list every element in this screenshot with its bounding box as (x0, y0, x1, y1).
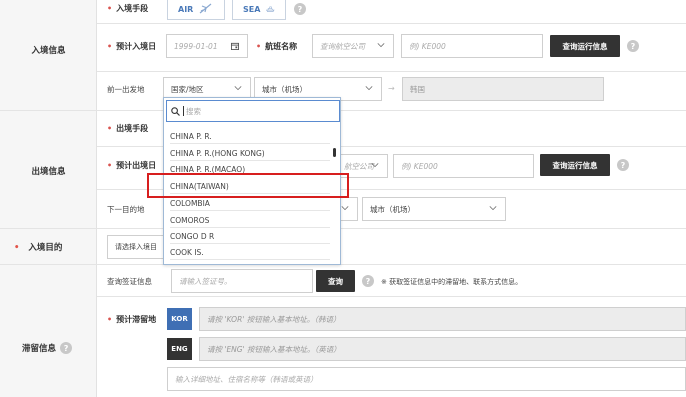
section-stay-info: 滞留信息 ? (22, 342, 73, 354)
purpose-value: 请选择入境目 (115, 243, 157, 251)
chevron-down-icon (341, 206, 349, 211)
kor-address-input: 请按 'KOR' 按钮输入基本地址。（韩语） (199, 307, 686, 331)
visa-placeholder: 请输入签证号。 (179, 276, 232, 286)
kor-address-button[interactable]: KOR (167, 308, 192, 330)
next-dest-label: 下一目的地 (107, 205, 145, 214)
air-mode-button[interactable]: AIR (167, 0, 225, 20)
flight-number-input[interactable]: 例) KE000 (401, 34, 543, 58)
divider (97, 23, 686, 24)
highlight-annotation (147, 173, 349, 198)
exit-date-label-text: 预计出境日 (116, 161, 157, 170)
text-cursor (183, 106, 184, 116)
airline-label-text: 航班名称 (265, 42, 298, 51)
dropdown-search-input[interactable]: 搜索 (166, 100, 340, 122)
visa-query-button[interactable]: 查询 (316, 270, 355, 292)
ship-icon (266, 6, 275, 12)
help-icon[interactable]: ? (362, 275, 374, 287)
eng-address-placeholder: 请按 'ENG' 按钮输入基本地址。（英语） (207, 344, 341, 354)
exit-method-label-text: 出境手段 (116, 124, 149, 133)
exit-query-flight-button[interactable]: 查询运行信息 (540, 154, 610, 176)
chevron-down-icon (371, 163, 379, 168)
help-icon[interactable]: ? (294, 3, 306, 15)
airline-placeholder: 查询航空公司 (320, 41, 365, 51)
prev-city-value: 城市（机场） (262, 84, 307, 94)
detail-address-input[interactable]: 输入详细地址、住宿名称等（韩语或英语） (167, 367, 686, 391)
stay-place-label: • 预计滞留地 (107, 315, 157, 324)
chevron-down-icon (234, 86, 242, 91)
help-icon[interactable]: ? (60, 342, 73, 354)
detail-address-placeholder: 输入详细地址、住宿名称等（韩语或英语） (175, 374, 318, 384)
visa-number-input[interactable]: 请输入签证号。 (171, 269, 313, 293)
dropdown-option[interactable]: CHINA P. R.(HONG KONG) (170, 149, 330, 161)
section-entry-purpose: • 入境目的 (14, 241, 62, 253)
chevron-down-icon (377, 43, 385, 48)
entry-method-label-text: 入境手段 (116, 4, 149, 13)
search-icon (171, 106, 180, 116)
entry-date-input[interactable]: 1999-01-01 (166, 34, 248, 58)
airline-label: • 航班名称 (256, 42, 298, 51)
prev-origin-result: 韩国 (402, 77, 604, 101)
help-icon[interactable]: ? (627, 40, 639, 52)
eng-address-input: 请按 'ENG' 按钮输入基本地址。（英语） (199, 337, 686, 361)
divider (0, 264, 686, 265)
sea-mode-button[interactable]: SEA (232, 0, 286, 20)
next-city-value: 城市（机场） (370, 204, 415, 214)
query-flight-button[interactable]: 查询运行信息 (550, 35, 620, 57)
section-entry-purpose-label: 入境目的 (28, 243, 63, 253)
dropdown-option[interactable]: CONGO D R (170, 232, 330, 244)
flight-number-placeholder: 例) KE000 (409, 41, 446, 51)
visa-label: 查询签证信息 (107, 277, 152, 286)
dropdown-option[interactable]: CHINA P. R. (170, 132, 330, 144)
chevron-down-icon (365, 86, 373, 91)
divider (97, 71, 686, 72)
exit-airline-placeholder: 航空公司 (344, 161, 374, 171)
kor-address-placeholder: 请按 'KOR' 按钮输入基本地址。（韩语） (207, 314, 341, 324)
next-city-select[interactable]: 城市（机场） (362, 197, 506, 221)
prev-origin-label: 前一出发地 (107, 85, 145, 94)
calendar-icon[interactable] (231, 42, 239, 50)
divider (0, 228, 686, 229)
dropdown-option[interactable]: COMOROS (170, 216, 330, 228)
help-icon[interactable]: ? (617, 159, 629, 171)
entry-date-placeholder: 1999-01-01 (174, 41, 218, 51)
arrow-right-icon: → (388, 84, 395, 93)
exit-method-label: • 出境手段 (107, 124, 149, 133)
section-entry-info: 入境信息 (31, 46, 66, 56)
dropdown-search-placeholder: 搜索 (186, 106, 201, 116)
section-exit-info: 出境信息 (31, 167, 66, 177)
stay-place-label-text: 预计滞留地 (116, 315, 157, 324)
airplane-icon (199, 3, 212, 14)
dropdown-option[interactable]: COOK IS. (170, 248, 330, 260)
entry-method-label: • 入境手段 (107, 4, 149, 13)
visa-note: ※ 获取签证信息中的滞留地、联系方式信息。 (381, 278, 523, 286)
prev-origin-result-value: 韩国 (410, 84, 425, 94)
sea-label: SEA (243, 4, 261, 14)
airline-select[interactable]: 查询航空公司 (312, 34, 394, 58)
dropdown-scrollbar[interactable] (333, 148, 336, 157)
exit-flight-placeholder: 例) KE000 (401, 161, 438, 171)
dropdown-option[interactable]: COLOMBIA (170, 199, 330, 211)
required-dot: • (14, 243, 20, 253)
eng-address-button[interactable]: ENG (167, 338, 192, 360)
section-sidebar (0, 0, 97, 397)
divider (97, 296, 686, 297)
air-label: AIR (178, 4, 194, 14)
exit-date-label: • 预计出境日 (107, 161, 157, 170)
chevron-down-icon (489, 206, 497, 211)
section-stay-info-label: 滞留信息 (22, 344, 57, 354)
prev-country-value: 国家/地区 (171, 84, 204, 94)
entry-date-label-text: 预计入境日 (116, 42, 157, 51)
entry-date-label: • 预计入境日 (107, 42, 157, 51)
divider (0, 110, 686, 111)
exit-flight-number-input[interactable]: 例) KE000 (393, 154, 534, 178)
